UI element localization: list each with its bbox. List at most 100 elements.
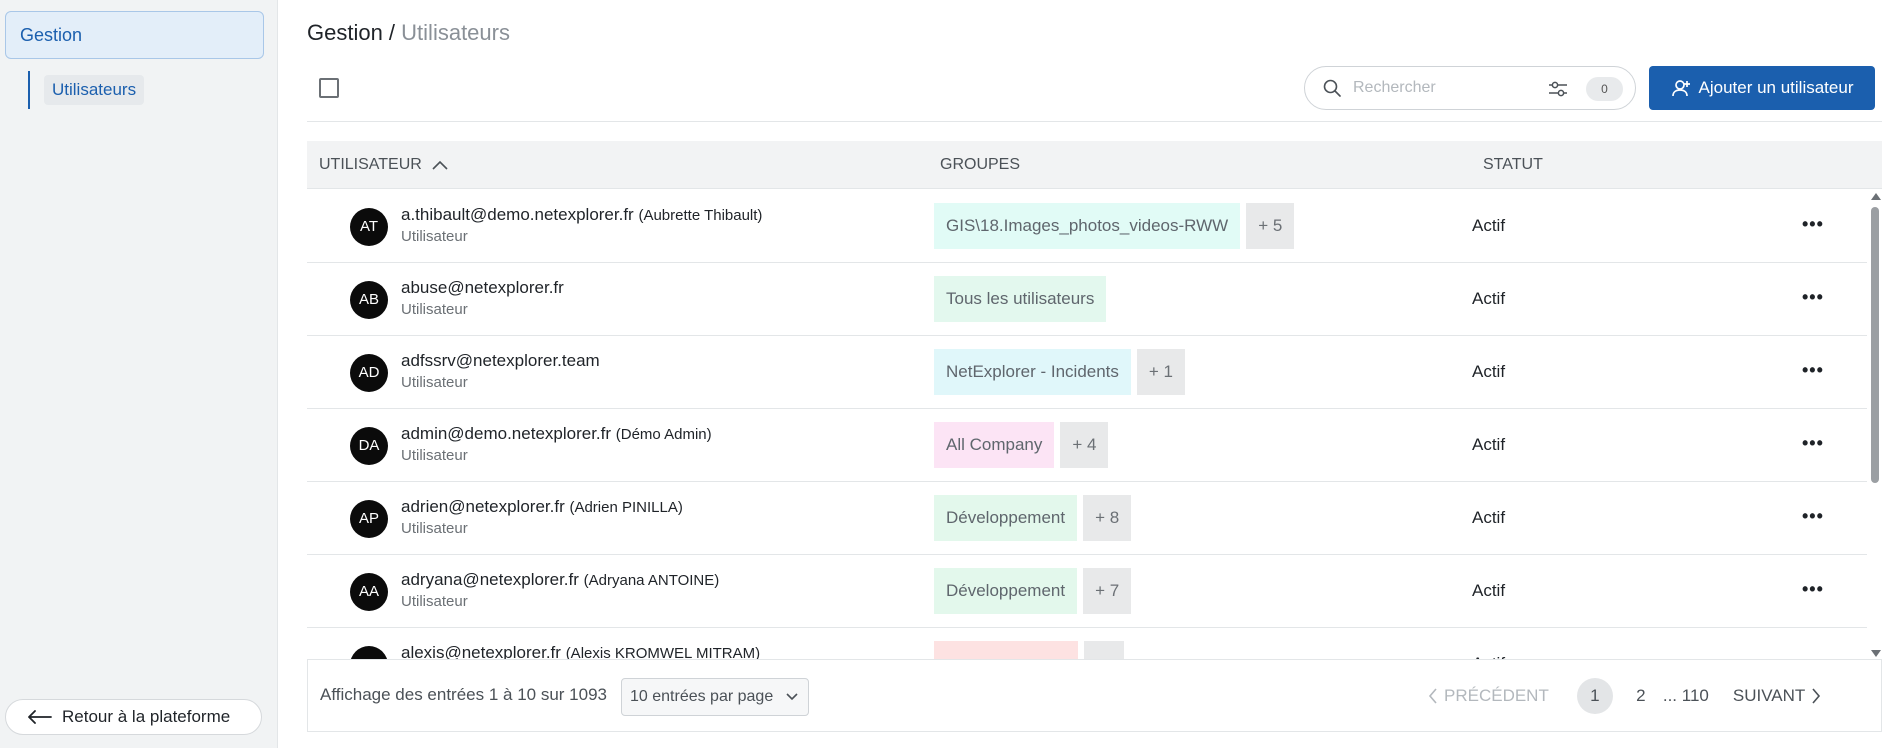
user-role: Utilisateur bbox=[401, 374, 468, 391]
user-role: Utilisateur bbox=[401, 301, 468, 318]
breadcrumb-gestion[interactable]: Gestion / bbox=[307, 20, 395, 45]
user-email: adfssrv@netexplorer.team bbox=[401, 351, 600, 371]
user-email-text: admin@demo.netexplorer.fr bbox=[401, 424, 612, 443]
more-actions-icon[interactable]: ••• bbox=[1802, 214, 1824, 235]
user-fullname: (Adryana ANTOINE) bbox=[583, 572, 720, 589]
filter-count-badge: 0 bbox=[1586, 77, 1623, 101]
more-actions-icon[interactable]: ••• bbox=[1802, 360, 1824, 381]
table-row[interactable]: AD adfssrv@netexplorer.team Utilisateur Ne… bbox=[307, 336, 1867, 409]
user-email: a.thibault@demo.netexplorer.fr (Aubrette… bbox=[401, 205, 762, 225]
add-user-icon bbox=[1671, 80, 1690, 97]
table-scrollbar[interactable] bbox=[1868, 193, 1882, 657]
search-icon bbox=[1323, 79, 1341, 97]
group-chip: Développement bbox=[934, 568, 1078, 614]
previous-page-button[interactable]: Précédent bbox=[1428, 686, 1549, 706]
group-chip: All Company bbox=[934, 422, 1055, 468]
group-chip: GIS\18.Images_photos_videos-RWW bbox=[934, 203, 1241, 249]
avatar: DA bbox=[350, 427, 388, 465]
group-list: GIS\18.Images_photos_videos-RWW + 5 bbox=[934, 203, 1295, 249]
table-row[interactable]: AB abuse@netexplorer.fr Utilisateur Tous l… bbox=[307, 263, 1867, 336]
user-fullname: (Démo Admin) bbox=[615, 426, 712, 443]
page-2-button[interactable]: 2 bbox=[1623, 678, 1659, 714]
user-email-text: adfssrv@netexplorer.team bbox=[401, 351, 600, 370]
pagination: Précédent 1 2 ... 110 Suivant bbox=[1428, 677, 1821, 715]
main-content: Gestion / Utilisateurs 0 Ajouter un util… bbox=[307, 0, 1882, 748]
sidebar-subitem-label: Utilisateurs bbox=[44, 75, 145, 105]
search-box: 0 bbox=[1304, 66, 1636, 110]
previous-label: Précédent bbox=[1444, 686, 1549, 705]
scroll-up-arrow-icon[interactable] bbox=[1871, 193, 1881, 200]
user-email-text: adryana@netexplorer.fr bbox=[401, 570, 579, 589]
page-last-button[interactable]: ... 110 bbox=[1663, 686, 1709, 706]
table-header: Utilisateur Groupes Statut bbox=[307, 141, 1882, 189]
group-list: NetExplorer - Incidents + 1 bbox=[934, 349, 1186, 395]
user-email: abuse@netexplorer.fr bbox=[401, 278, 564, 298]
more-actions-icon[interactable]: ••• bbox=[1802, 579, 1824, 600]
more-groups-chip[interactable] bbox=[1084, 641, 1124, 659]
per-page-select[interactable]: 10 entrées par page bbox=[621, 678, 809, 716]
status-text: Actif bbox=[1472, 362, 1506, 381]
chevron-down-icon bbox=[786, 693, 798, 701]
per-page-value: 10 entrées par page bbox=[630, 688, 774, 705]
table-row[interactable]: DA admin@demo.netexplorer.fr (Démo Admin)… bbox=[307, 409, 1867, 482]
user-role: Utilisateur bbox=[401, 593, 468, 610]
user-fullname: (Aubrette Thibault) bbox=[638, 207, 763, 224]
column-header-statut: Statut bbox=[1483, 156, 1543, 173]
sort-ascending-icon bbox=[432, 160, 448, 170]
table-row[interactable]: AP adrien@netexplorer.fr (Adrien PINILLA)… bbox=[307, 482, 1867, 555]
more-groups-chip[interactable]: + 1 bbox=[1136, 349, 1186, 395]
more-groups-chip[interactable]: + 5 bbox=[1246, 203, 1295, 249]
back-button-label: Retour à la plateforme bbox=[62, 707, 231, 726]
group-list: All Company + 4 bbox=[934, 422, 1109, 468]
more-groups-chip[interactable]: + 8 bbox=[1083, 495, 1132, 541]
next-page-button[interactable]: Suivant bbox=[1733, 686, 1821, 706]
more-actions-icon[interactable]: ••• bbox=[1802, 433, 1824, 454]
avatar: AD bbox=[350, 354, 388, 392]
group-chip: Développement bbox=[934, 495, 1078, 541]
more-actions-icon[interactable]: ••• bbox=[1802, 287, 1824, 308]
column-header-utilisateur[interactable]: Utilisateur bbox=[319, 141, 448, 189]
status-text: Actif bbox=[1472, 581, 1506, 600]
more-groups-chip[interactable]: + 4 bbox=[1060, 422, 1109, 468]
scrollbar-thumb[interactable] bbox=[1871, 207, 1879, 483]
column-header-label: Utilisateur bbox=[319, 156, 422, 173]
column-header-groupes: Groupes bbox=[940, 156, 1021, 173]
avatar: AT bbox=[350, 208, 388, 246]
user-email-text: adrien@netexplorer.fr bbox=[401, 497, 565, 516]
table-body: AT a.thibault@demo.netexplorer.fr (Aubret… bbox=[307, 190, 1867, 659]
add-user-button[interactable]: Ajouter un utilisateur bbox=[1649, 66, 1875, 110]
user-email: adryana@netexplorer.fr (Adryana ANTOINE) bbox=[401, 570, 719, 590]
more-groups-chip[interactable]: + 7 bbox=[1083, 568, 1132, 614]
avatar: AP bbox=[350, 500, 388, 538]
user-fullname: (Alexis KROMWEL MITRAM) bbox=[565, 645, 761, 659]
user-role: Utilisateur bbox=[401, 520, 468, 537]
sidebar-subitem-utilisateurs[interactable]: Utilisateurs bbox=[28, 71, 145, 109]
back-to-platform-button[interactable]: Retour à la plateforme bbox=[5, 699, 262, 735]
status-text: Actif bbox=[1472, 216, 1506, 235]
group-chip bbox=[934, 641, 1078, 659]
filter-icon[interactable] bbox=[1548, 80, 1568, 98]
status-text: Actif bbox=[1472, 435, 1506, 454]
scroll-down-arrow-icon[interactable] bbox=[1871, 650, 1881, 657]
more-actions-icon[interactable]: ••• bbox=[1802, 506, 1824, 527]
chevron-right-icon bbox=[1812, 688, 1821, 704]
user-email: admin@demo.netexplorer.fr (Démo Admin) bbox=[401, 424, 712, 444]
group-chip: NetExplorer - Incidents bbox=[934, 349, 1131, 395]
user-email: adrien@netexplorer.fr (Adrien PINILLA) bbox=[401, 497, 683, 517]
table-row[interactable]: AA adryana@netexplorer.fr (Adryana ANTOIN… bbox=[307, 555, 1867, 628]
entries-summary: Affichage des entrées 1 à 10 sur 1093 bbox=[320, 685, 607, 704]
table-row[interactable]: AK alexis@netexplorer.fr (Alexis KROMWEL … bbox=[307, 628, 1867, 659]
more-actions-icon[interactable]: ••• bbox=[1802, 652, 1824, 659]
sidebar-item-gestion[interactable]: Gestion bbox=[5, 11, 264, 59]
search-input[interactable] bbox=[1353, 79, 1523, 97]
status-text: Actif bbox=[1472, 289, 1506, 308]
group-chip: Tous les utilisateurs bbox=[934, 276, 1107, 322]
avatar: AA bbox=[350, 573, 388, 611]
status-text: Actif bbox=[1472, 508, 1506, 527]
avatar: AB bbox=[350, 281, 388, 319]
select-all-checkbox[interactable] bbox=[319, 78, 339, 98]
user-role: Utilisateur bbox=[401, 228, 468, 245]
page-1-button[interactable]: 1 bbox=[1576, 678, 1613, 714]
table-row[interactable]: AT a.thibault@demo.netexplorer.fr (Aubret… bbox=[307, 190, 1867, 263]
user-email-text: alexis@netexplorer.fr bbox=[401, 643, 561, 659]
